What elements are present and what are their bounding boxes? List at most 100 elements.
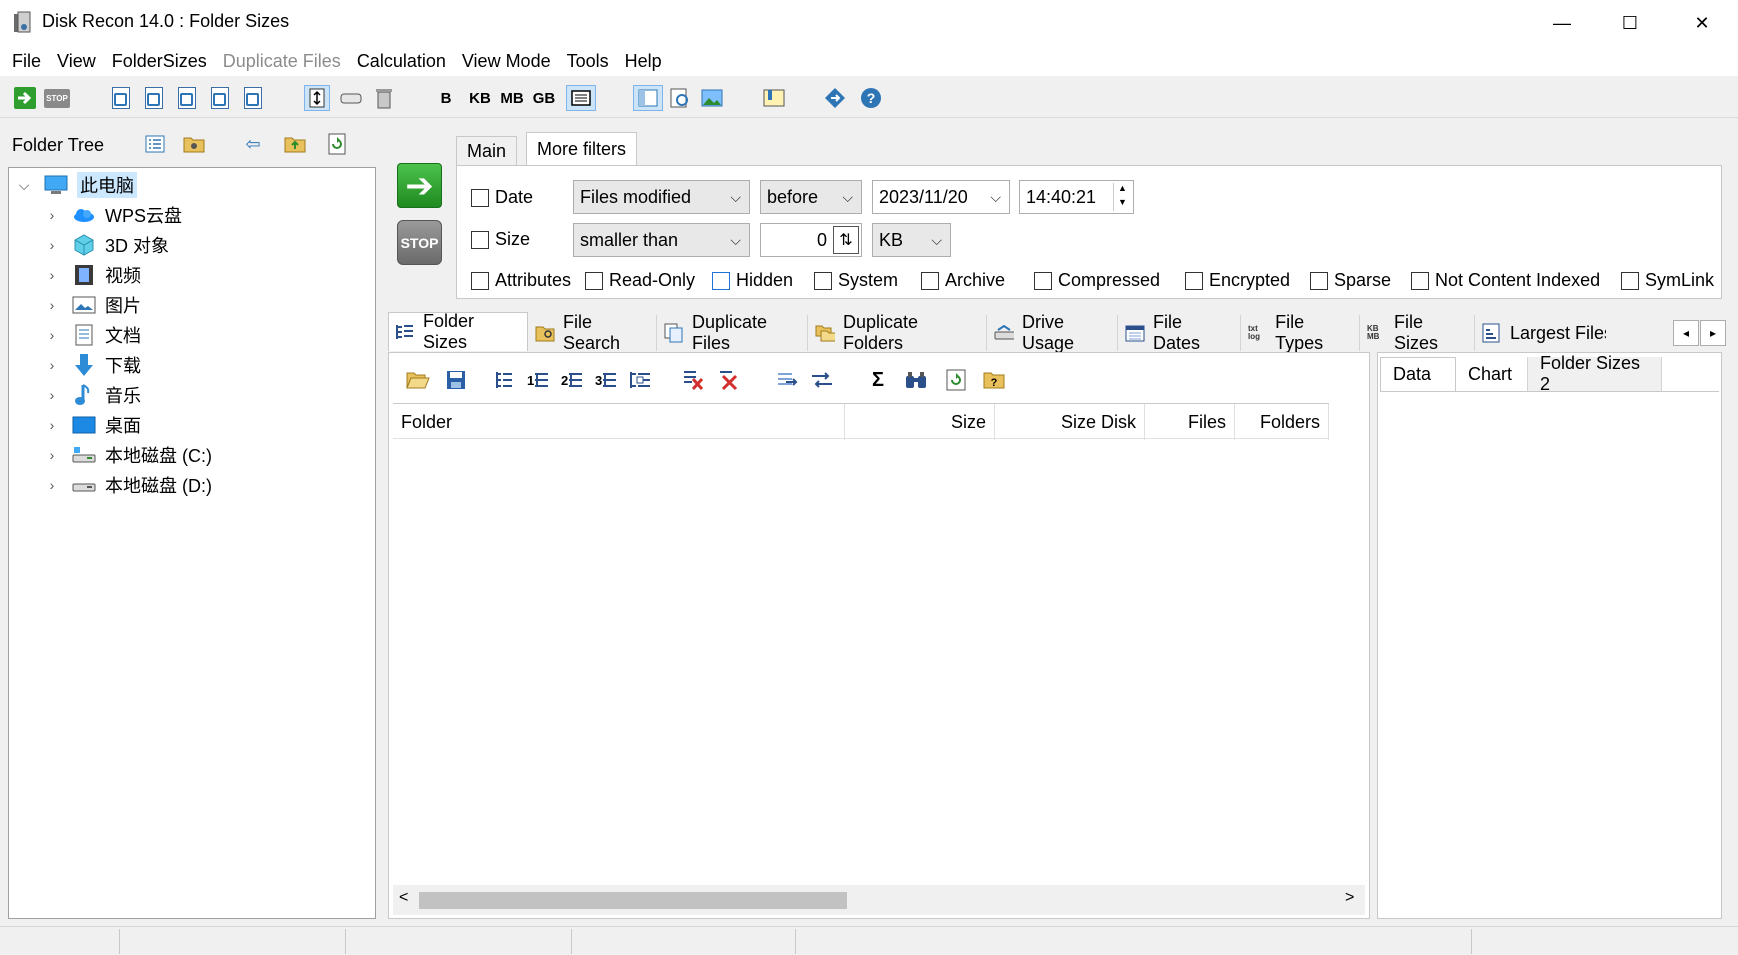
chevron-right-icon[interactable]: › — [43, 237, 61, 253]
minimize-button[interactable]: — — [1528, 0, 1596, 46]
expand-level-1-button[interactable]: 1 — [523, 366, 553, 394]
date-mode-dropdown[interactable]: Files modified ⌵ — [573, 180, 750, 214]
tree-item-pictures[interactable]: › 图片 — [43, 291, 141, 319]
unit-bytes-button[interactable]: B — [433, 85, 459, 111]
close-button[interactable]: ✕ — [1668, 0, 1736, 46]
tabs-scroll-left-button[interactable]: ◂ — [1673, 320, 1699, 346]
folder-tree-panel[interactable]: ⌵ 此电脑 › WPS云盘 › 3D 对象 › 视频 › 图片 › 文档 › 下… — [8, 167, 376, 919]
chevron-right-icon[interactable]: › — [43, 207, 61, 223]
preview-button[interactable] — [667, 85, 693, 111]
tab-folder-sizes-2[interactable]: Folder Sizes 2 — [1528, 353, 1662, 394]
column-size-disk[interactable]: Size Disk — [995, 404, 1145, 440]
menu-tools[interactable]: Tools — [559, 46, 617, 76]
tree-options-button[interactable] — [142, 132, 168, 156]
time-picker[interactable]: 14:40:21 ▲ ▼ — [1019, 180, 1134, 214]
size-relation-dropdown[interactable]: smaller than ⌵ — [573, 223, 750, 257]
sort-toggle-button[interactable] — [304, 85, 330, 111]
export-html-button[interactable] — [141, 85, 167, 111]
horizontal-scrollbar[interactable]: < > — [393, 885, 1365, 915]
chevron-right-icon[interactable]: › — [43, 477, 61, 493]
chevron-right-icon[interactable]: › — [43, 417, 61, 433]
chevron-right-icon[interactable]: › — [43, 267, 61, 283]
chevron-right-icon[interactable]: › — [43, 447, 61, 463]
checkbox[interactable] — [1310, 271, 1328, 290]
tree-item-this-pc[interactable]: ⌵ 此电脑 — [15, 171, 137, 199]
encrypted-checkbox[interactable]: Encrypted — [1185, 270, 1290, 291]
tree-show-hidden-button[interactable] — [181, 132, 207, 156]
go-button[interactable]: ➔ — [397, 163, 442, 208]
export-excel-button[interactable] — [108, 85, 134, 111]
chevron-right-icon[interactable]: › — [43, 327, 61, 343]
menu-view[interactable]: View — [49, 46, 104, 76]
tree-item-drive-d[interactable]: › 本地磁盘 (D:) — [43, 471, 212, 499]
checkbox[interactable] — [1411, 271, 1429, 290]
maximize-button[interactable]: ☐ — [1596, 0, 1664, 46]
checkbox[interactable] — [1034, 271, 1052, 290]
delete-button[interactable] — [371, 85, 397, 111]
scroll-left-icon[interactable]: < — [399, 889, 408, 907]
sum-button[interactable]: Σ — [863, 366, 893, 394]
sparse-checkbox[interactable]: Sparse — [1310, 270, 1391, 291]
move-right-button[interactable] — [773, 366, 803, 394]
save-button[interactable] — [441, 366, 471, 394]
menu-help[interactable]: Help — [617, 46, 670, 76]
export-xml-button[interactable] — [240, 85, 266, 111]
tree-item-music[interactable]: › 音乐 — [43, 381, 141, 409]
spin-up-icon[interactable]: ▲ — [1113, 183, 1131, 197]
checkbox[interactable] — [1185, 271, 1203, 290]
tab-data[interactable]: Data — [1380, 357, 1456, 391]
date-relation-dropdown[interactable]: before ⌵ — [760, 180, 862, 214]
scroll-right-icon[interactable]: > — [1345, 889, 1354, 907]
remove-item-button[interactable] — [679, 366, 709, 394]
tab-duplicate-files[interactable]: Duplicate Files — [658, 312, 808, 353]
symlink-checkbox[interactable]: SymLink — [1621, 270, 1714, 291]
checkbox[interactable] — [1621, 271, 1639, 290]
tab-drive-usage[interactable]: Drive Usage — [988, 312, 1118, 353]
menu-duplicate-files[interactable]: Duplicate Files — [215, 46, 349, 76]
view-tree-button[interactable] — [633, 85, 663, 111]
unit-mb-button[interactable]: MB — [497, 85, 527, 111]
tab-file-dates[interactable]: File Dates — [1119, 312, 1241, 353]
unit-auto-button[interactable] — [566, 85, 596, 111]
scrollbar-thumb[interactable] — [419, 892, 847, 909]
checkbox[interactable] — [471, 230, 489, 249]
unit-kb-button[interactable]: KB — [465, 85, 495, 111]
column-folders[interactable]: Folders — [1235, 404, 1329, 440]
drive-button[interactable] — [338, 85, 364, 111]
size-unit-dropdown[interactable]: KB ⌵ — [872, 223, 951, 257]
attributes-checkbox[interactable]: Attributes — [471, 270, 571, 291]
archive-checkbox[interactable]: Archive — [921, 270, 1005, 291]
tab-main[interactable]: Main — [456, 136, 518, 166]
tab-folder-sizes[interactable]: Folder Sizes — [388, 311, 528, 352]
column-files[interactable]: Files — [1145, 404, 1235, 440]
tree-item-documents[interactable]: › 文档 — [43, 321, 141, 349]
properties-button[interactable]: ? — [979, 366, 1009, 394]
chevron-down-icon[interactable]: ⌵ — [15, 177, 33, 194]
readonly-checkbox[interactable]: Read-Only — [585, 270, 695, 291]
tree-item-3d-objects[interactable]: › 3D 对象 — [43, 231, 169, 259]
column-folder[interactable]: Folder — [393, 404, 845, 440]
menu-file[interactable]: File — [4, 46, 49, 76]
checkbox[interactable] — [814, 271, 832, 290]
not-content-indexed-checkbox[interactable]: Not Content Indexed — [1411, 270, 1600, 291]
tree-item-downloads[interactable]: › 下载 — [43, 351, 141, 379]
checkbox[interactable] — [471, 188, 489, 207]
tab-more-filters[interactable]: More filters — [526, 132, 638, 166]
chevron-right-icon[interactable]: › — [43, 297, 61, 313]
find-button[interactable] — [901, 366, 931, 394]
chevron-right-icon[interactable]: › — [43, 357, 61, 373]
export-pdf-button[interactable] — [174, 85, 200, 111]
checkbox[interactable] — [921, 271, 939, 290]
tree-up-folder-button[interactable] — [282, 132, 308, 156]
tabs-scroll-right-button[interactable]: ▸ — [1700, 320, 1726, 346]
size-value-input[interactable]: 0 ⇅ — [760, 223, 862, 257]
stop-button[interactable]: STOP — [397, 220, 442, 265]
stop-scan-button[interactable]: STOP — [44, 85, 70, 111]
move-swap-button[interactable] — [807, 366, 837, 394]
help-button[interactable]: ? — [858, 85, 884, 111]
tab-chart[interactable]: Chart — [1456, 357, 1528, 391]
start-scan-button[interactable] — [12, 85, 38, 111]
menu-calculation[interactable]: Calculation — [349, 46, 454, 76]
menu-view-mode[interactable]: View Mode — [454, 46, 559, 76]
spin-updown-icon[interactable]: ⇅ — [833, 226, 859, 254]
